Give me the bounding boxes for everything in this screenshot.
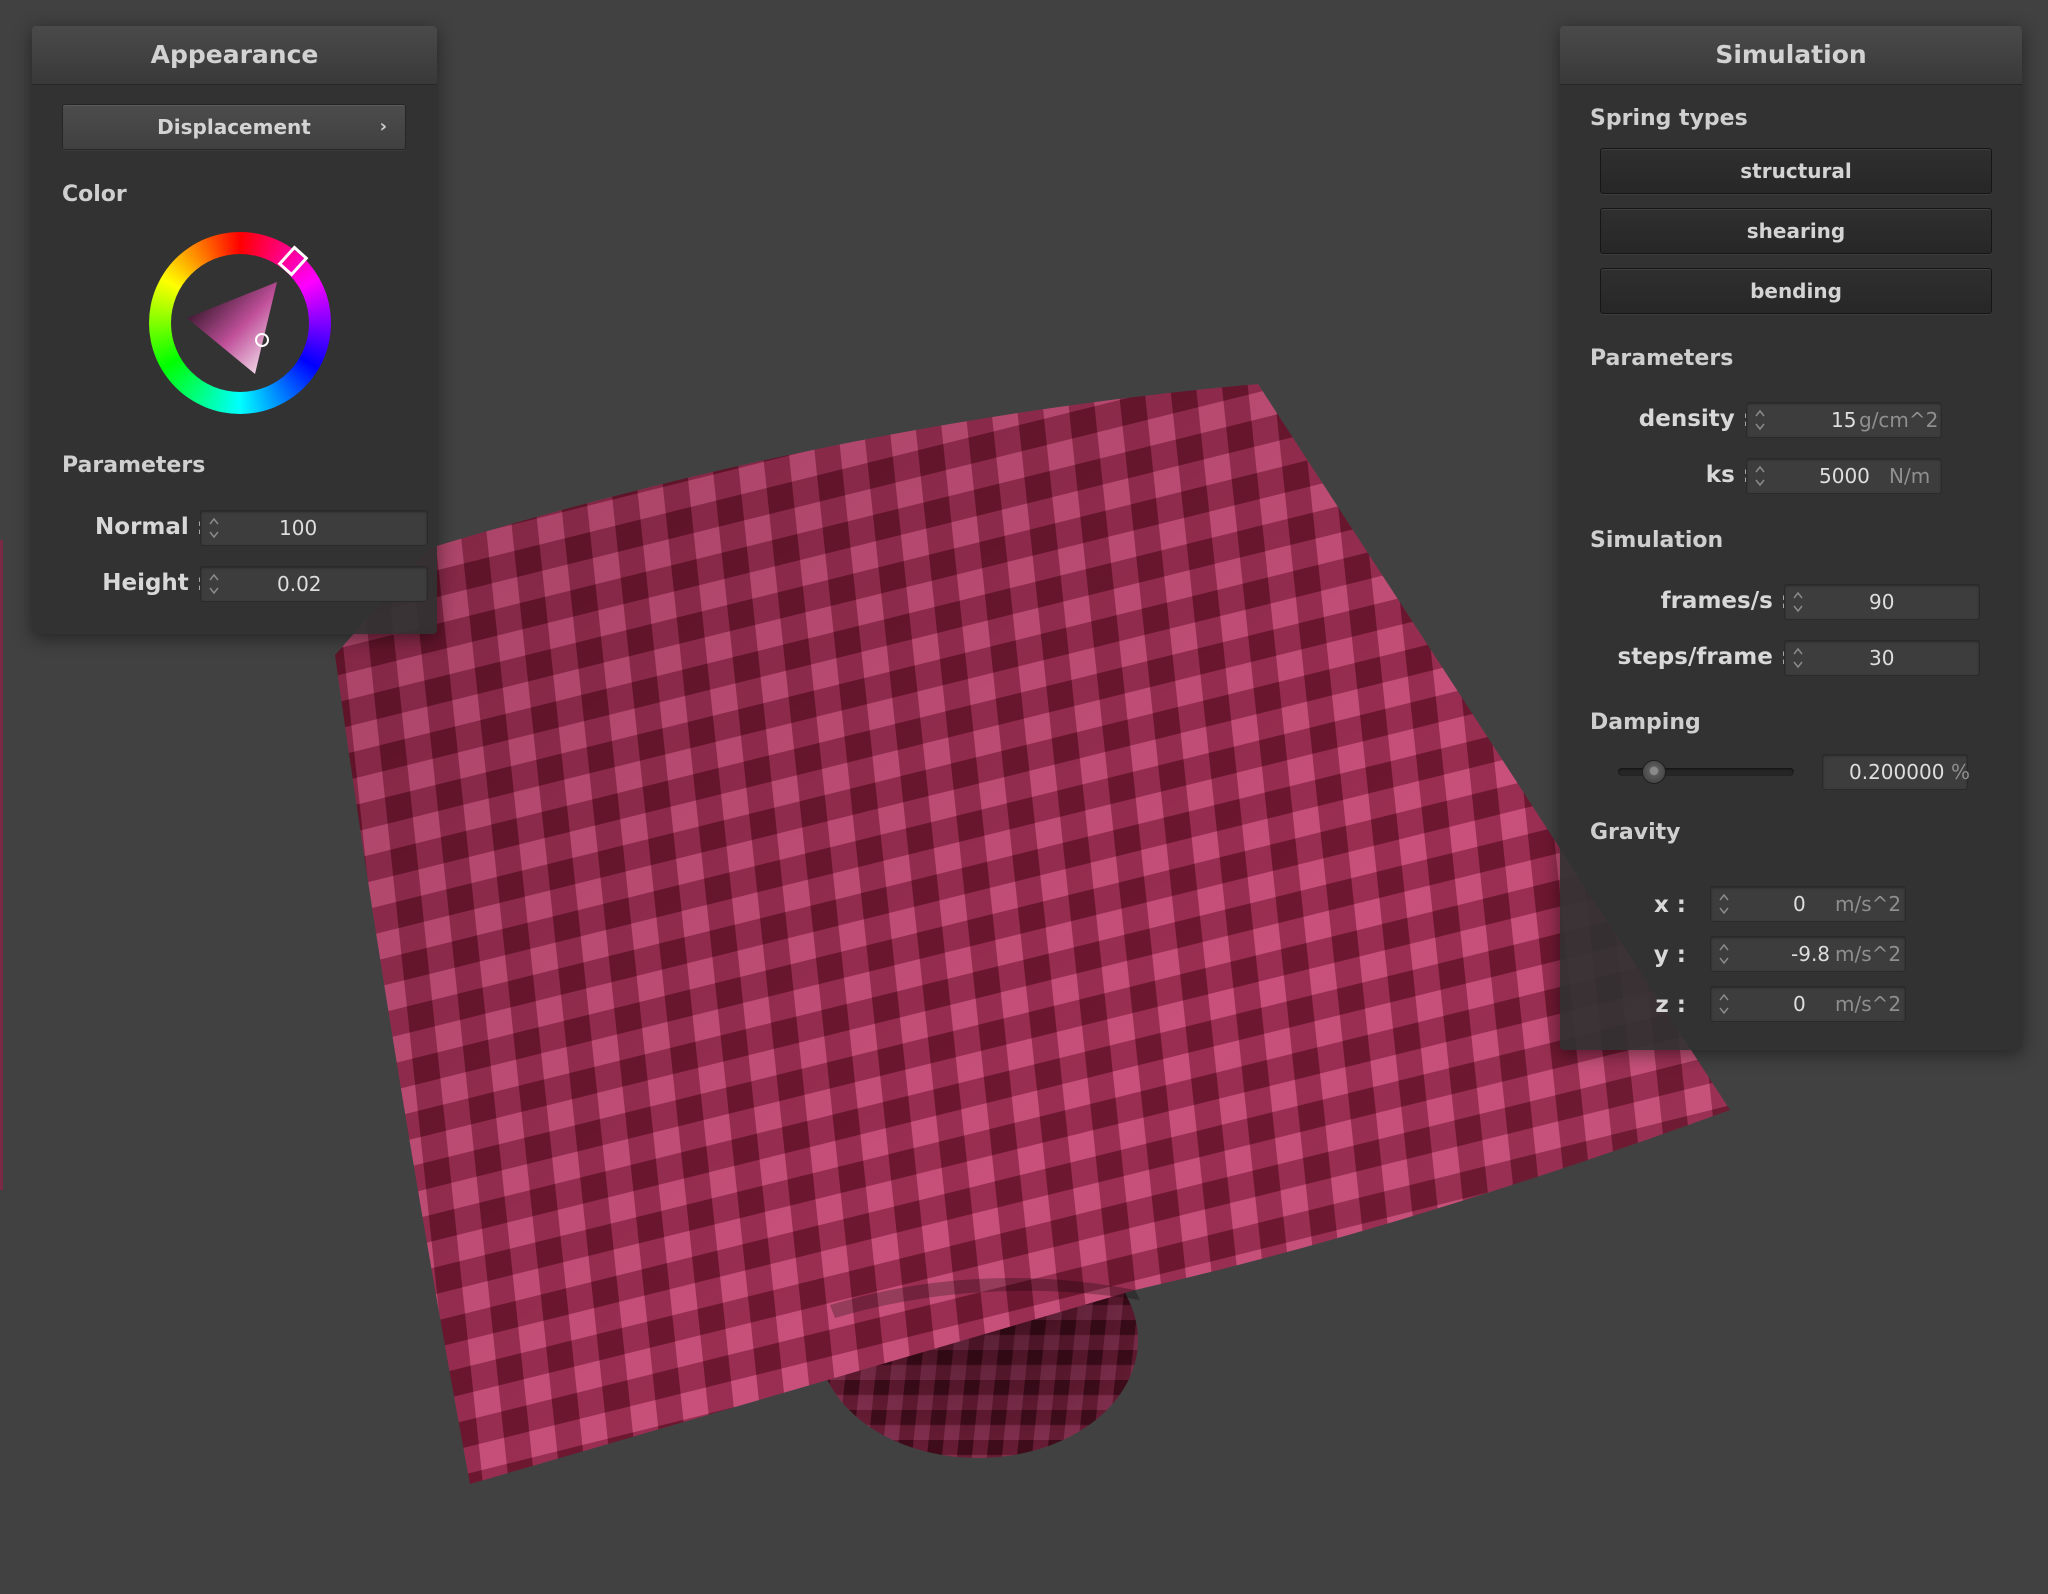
- spinner-icon[interactable]: [1717, 890, 1731, 918]
- steps-value: 30: [1869, 646, 1895, 670]
- ks-unit: N/m: [1889, 464, 1931, 488]
- hue-picker-marker: [277, 245, 309, 277]
- normal-label: Normal :: [95, 514, 206, 540]
- gravity-y-unit: m/s^2: [1835, 942, 1902, 966]
- damping-slider[interactable]: [1618, 760, 1794, 784]
- fps-input[interactable]: 90: [1784, 584, 1980, 620]
- damping-unit: %: [1951, 760, 1971, 784]
- gravity-y-value: -9.8: [1791, 942, 1831, 966]
- ks-label: ks :: [1705, 462, 1752, 488]
- appearance-panel-title: Appearance: [32, 26, 437, 85]
- density-input[interactable]: 15 g/cm^2: [1746, 402, 1942, 438]
- density-label: density :: [1638, 406, 1752, 432]
- density-value: 15: [1831, 408, 1857, 432]
- fps-value: 90: [1869, 590, 1895, 614]
- spinner-icon[interactable]: [207, 514, 221, 542]
- appearance-panel: Appearance Displacement › Color Paramete…: [32, 26, 437, 634]
- gravity-x-value: 0: [1793, 892, 1806, 916]
- simulation-section-label: Simulation: [1590, 528, 1724, 553]
- shader-dropdown-button[interactable]: Displacement ›: [62, 104, 406, 150]
- height-label: Height :: [102, 570, 206, 596]
- gravity-x-label: x :: [1653, 892, 1686, 918]
- ks-input[interactable]: 5000 N/m: [1746, 458, 1942, 494]
- steps-input[interactable]: 30: [1784, 640, 1980, 676]
- shader-dropdown-label: Displacement: [157, 115, 311, 139]
- damping-label: Damping: [1590, 710, 1701, 735]
- height-input[interactable]: 0.02: [200, 566, 428, 602]
- color-wheel[interactable]: [149, 232, 331, 414]
- density-unit: g/cm^2: [1859, 408, 1939, 432]
- gravity-y-input[interactable]: -9.8 m/s^2: [1710, 936, 1906, 972]
- ks-value: 5000: [1819, 464, 1870, 488]
- gravity-z-label: z :: [1655, 992, 1686, 1018]
- sim-parameters-label: Parameters: [1590, 346, 1734, 371]
- bending-spring-button[interactable]: bending: [1600, 268, 1992, 314]
- damping-input[interactable]: 0.200000 %: [1822, 754, 1971, 790]
- cloth: [335, 384, 1730, 1484]
- damping-value: 0.200000: [1849, 760, 1945, 784]
- gravity-x-input[interactable]: 0 m/s^2: [1710, 886, 1906, 922]
- normal-input[interactable]: 100: [200, 510, 428, 546]
- appearance-parameters-label: Parameters: [62, 453, 206, 478]
- spinner-icon[interactable]: [1717, 990, 1731, 1018]
- spinner-icon[interactable]: [1753, 406, 1767, 434]
- structural-spring-button[interactable]: structural: [1600, 148, 1992, 194]
- color-section-label: Color: [62, 182, 127, 207]
- damping-slider-knob[interactable]: [1642, 760, 1667, 784]
- spinner-icon[interactable]: [1717, 940, 1731, 968]
- shearing-spring-button[interactable]: shearing: [1600, 208, 1992, 254]
- spinner-icon[interactable]: [207, 570, 221, 598]
- gravity-label: Gravity: [1590, 820, 1681, 845]
- gravity-y-label: y :: [1653, 942, 1686, 968]
- fps-label: frames/s :: [1660, 588, 1790, 614]
- gravity-z-unit: m/s^2: [1835, 992, 1902, 1016]
- gravity-x-unit: m/s^2: [1835, 892, 1902, 916]
- steps-label: steps/frame :: [1617, 644, 1790, 670]
- simulation-panel-title: Simulation: [1560, 26, 2022, 85]
- color-triangle[interactable]: [149, 232, 331, 414]
- spinner-icon[interactable]: [1791, 644, 1805, 672]
- gravity-z-input[interactable]: 0 m/s^2: [1710, 986, 1906, 1022]
- normal-value: 100: [279, 516, 318, 540]
- chevron-right-icon: ›: [379, 116, 387, 137]
- spinner-icon[interactable]: [1753, 462, 1767, 490]
- spinner-icon[interactable]: [1791, 588, 1805, 616]
- simulation-panel: Simulation Spring types structural shear…: [1560, 26, 2022, 1050]
- spring-types-label: Spring types: [1590, 106, 1748, 131]
- gravity-z-value: 0: [1793, 992, 1806, 1016]
- height-value: 0.02: [277, 572, 322, 596]
